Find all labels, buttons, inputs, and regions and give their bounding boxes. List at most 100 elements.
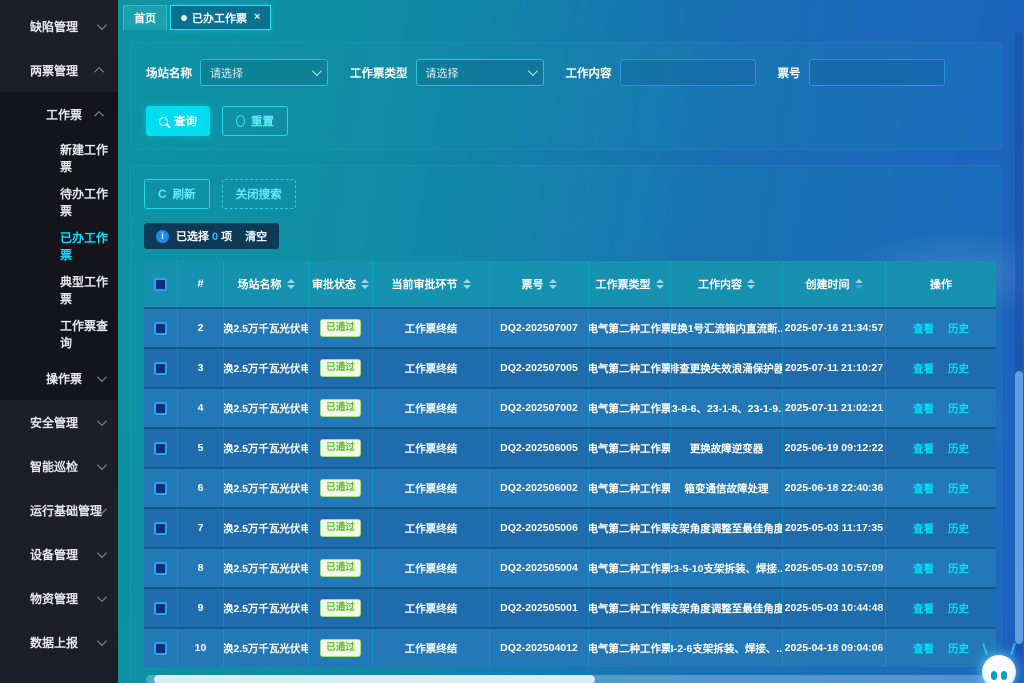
station-name-cell[interactable]: 临涣2.5万千瓦光伏电... — [224, 389, 309, 427]
work-content-cell[interactable]: 支架角度调整至最佳角度 — [671, 509, 783, 547]
column-header[interactable]: 票号 — [490, 261, 589, 307]
station-name-cell[interactable]: 临涣2.5万千瓦光伏电... — [224, 469, 309, 507]
station-name-cell[interactable]: 临涣2.5万千瓦光伏电... — [224, 429, 309, 467]
station-name-cell[interactable]: 临涣2.5万千瓦光伏电... — [224, 589, 309, 627]
station-name-cell[interactable]: 临涣2.5万千瓦光伏电... — [224, 509, 309, 547]
column-header[interactable]: 创建时间 — [783, 261, 886, 307]
column-header[interactable]: 场站名称 — [224, 261, 309, 307]
work-content-cell[interactable]: 箱变通信故障处理 — [671, 469, 783, 507]
work-content-cell[interactable]: 更换1号汇流箱内直流断... — [671, 309, 783, 347]
view-link[interactable]: 查看 — [913, 561, 934, 576]
row-checkbox[interactable] — [154, 442, 167, 455]
sort-icon[interactable] — [855, 279, 863, 289]
sort-icon[interactable] — [463, 279, 471, 289]
station-name-cell[interactable]: 临涣2.5万千瓦光伏电... — [224, 549, 309, 587]
horizontal-scrollbar-thumb[interactable] — [154, 675, 595, 683]
query-button[interactable]: 查询 — [146, 106, 210, 136]
row-checkbox[interactable] — [154, 362, 167, 375]
sort-icon[interactable] — [747, 279, 755, 289]
sort-icon[interactable] — [656, 279, 664, 289]
select-all-checkbox[interactable] — [154, 278, 167, 291]
row-checkbox[interactable] — [154, 402, 167, 415]
row-checkbox[interactable] — [154, 522, 167, 535]
station-name-cell[interactable]: 临涣2.5万千瓦光伏电... — [224, 349, 309, 387]
tab-done-work-tickets[interactable]: 已办工作票 × — [170, 5, 271, 30]
row-checkbox[interactable] — [154, 322, 167, 335]
sidebar-item[interactable]: 运行基础管理 — [0, 488, 118, 532]
close-icon[interactable]: × — [254, 12, 260, 23]
ticket-no-cell: DQ2-202505004 — [490, 549, 589, 587]
work-content-cell[interactable]: 支架角度调整至最佳角度 — [671, 589, 783, 627]
sidebar-item[interactable]: 操作票 — [0, 356, 118, 400]
work-content-cell[interactable]: 4-2-6支架拆装、焊接、... — [671, 629, 783, 667]
view-link[interactable]: 查看 — [913, 361, 934, 376]
station-name-select[interactable]: 请选择 — [200, 59, 328, 86]
view-link[interactable]: 查看 — [913, 521, 934, 536]
history-link[interactable]: 历史 — [948, 441, 969, 456]
ticket-no-input[interactable] — [809, 59, 945, 86]
work-content-input[interactable] — [620, 59, 756, 86]
history-link[interactable]: 历史 — [948, 521, 969, 536]
work-content-cell[interactable]: 更换故障逆变器 — [671, 429, 783, 467]
sidebar-item[interactable]: 新建工作票 — [0, 136, 118, 180]
work-content-cell[interactable]: 23-8-6、23-1-8、23-1-9... — [671, 389, 783, 427]
history-link[interactable]: 历史 — [948, 361, 969, 376]
sidebar-item[interactable]: 设备管理 — [0, 532, 118, 576]
history-link[interactable]: 历史 — [948, 561, 969, 576]
row-checkbox-cell — [144, 509, 178, 547]
row-checkbox[interactable] — [154, 482, 167, 495]
history-link[interactable]: 历史 — [948, 601, 969, 616]
sidebar-item[interactable]: 两票管理 — [0, 48, 118, 92]
sidebar-item[interactable]: 智能巡检 — [0, 444, 118, 488]
vertical-scrollbar-thumb[interactable] — [1015, 371, 1023, 644]
sidebar-item[interactable]: 典型工作票 — [0, 268, 118, 312]
row-checkbox[interactable] — [154, 642, 167, 655]
reset-button[interactable]: 重置 — [222, 106, 288, 136]
view-link[interactable]: 查看 — [913, 601, 934, 616]
sidebar-item[interactable]: 待办工作票 — [0, 180, 118, 224]
row-checkbox[interactable] — [154, 602, 167, 615]
sort-icon[interactable] — [361, 279, 369, 289]
refresh-button[interactable]: C 刷新 — [144, 179, 210, 209]
tab-home[interactable]: 首页 — [123, 5, 167, 30]
clear-selection-link[interactable]: 清空 — [245, 228, 267, 244]
column-header[interactable]: 工作票类型 — [589, 261, 671, 307]
view-link[interactable]: 查看 — [913, 321, 934, 336]
assistant-robot-icon[interactable] — [977, 643, 1021, 683]
ticket-type-select[interactable]: 请选择 — [416, 59, 544, 86]
row-checkbox[interactable] — [154, 562, 167, 575]
view-link[interactable]: 查看 — [913, 641, 934, 656]
sidebar-item[interactable]: 数据上报 — [0, 620, 118, 664]
status-badge: 已通过 — [320, 519, 361, 536]
work-content-cell[interactable]: 23-5-10支架拆装、焊接... — [671, 549, 783, 587]
ticket-no-cell: DQ2-202504012 — [490, 629, 589, 667]
sidebar-item[interactable]: 物资管理 — [0, 576, 118, 620]
column-header[interactable]: 审批状态 — [309, 261, 373, 307]
sort-icon[interactable] — [287, 279, 295, 289]
close-search-button[interactable]: 关闭搜索 — [222, 179, 296, 209]
view-link[interactable]: 查看 — [913, 481, 934, 496]
sidebar-item[interactable]: 工作票 — [0, 92, 118, 136]
sidebar-item[interactable]: 缺陷管理 — [0, 4, 118, 48]
work-content-cell[interactable]: 排查更换失效浪涌保护器 — [671, 349, 783, 387]
sidebar-item[interactable]: 工作票查询 — [0, 312, 118, 356]
sidebar-item[interactable]: 已办工作票 — [0, 224, 118, 268]
sort-down-icon — [656, 285, 664, 289]
approval-step-cell: 工作票终结 — [373, 589, 490, 627]
column-header[interactable]: 工作内容 — [671, 261, 783, 307]
history-link[interactable]: 历史 — [948, 641, 969, 656]
sort-icon[interactable] — [549, 279, 557, 289]
ticket-no-cell: DQ2-202507002 — [490, 389, 589, 427]
station-name-cell[interactable]: 临涣2.5万千瓦光伏电... — [224, 629, 309, 667]
station-name-cell[interactable]: 临涣2.5万千瓦光伏电... — [224, 309, 309, 347]
column-header[interactable]: 当前审批环节 — [373, 261, 490, 307]
vertical-scrollbar[interactable] — [1015, 32, 1023, 683]
view-link[interactable]: 查看 — [913, 401, 934, 416]
history-link[interactable]: 历史 — [948, 481, 969, 496]
view-link[interactable]: 查看 — [913, 441, 934, 456]
history-link[interactable]: 历史 — [948, 321, 969, 336]
history-link[interactable]: 历史 — [948, 401, 969, 416]
row-actions-cell: 查看历史 — [886, 389, 996, 427]
sidebar-item[interactable]: 安全管理 — [0, 400, 118, 444]
horizontal-scrollbar[interactable] — [146, 675, 994, 683]
